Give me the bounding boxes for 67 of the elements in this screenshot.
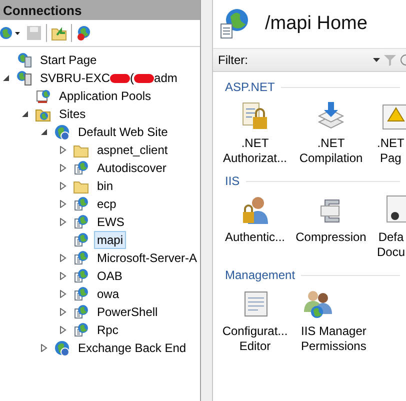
feature-label[interactable]: IIS Manager Permissions [301,324,366,354]
redaction-mark [134,74,154,82]
users-globe-icon [301,288,333,320]
globe-icon[interactable] [0,25,22,41]
collapse-arrow-icon[interactable] [2,74,10,82]
tree-item[interactable]: Default Web Site [75,123,171,141]
globe-page-icon [219,8,251,40]
tree-item[interactable]: bin [94,177,116,195]
page-title: /mapi Home [265,13,368,35]
expand-arrow-icon[interactable] [59,200,67,208]
section-heading: IIS [225,174,240,188]
tree-item[interactable]: PowerShell [94,303,161,321]
globe-icon [73,250,89,266]
globe-icon [73,322,89,338]
tree-item[interactable]: Start Page [37,51,100,69]
tree-item[interactable]: aspnet_client [94,141,171,159]
globe-x-icon[interactable] [76,25,92,41]
globe-icon [54,124,70,140]
section-heading: Management [225,268,296,282]
expand-arrow-icon[interactable] [59,308,67,316]
pane-title: Connections [0,0,200,20]
expand-arrow-icon[interactable] [59,182,67,190]
feature-label[interactable]: Defa Docu [377,230,406,260]
expand-arrow-icon[interactable] [59,146,67,154]
tree-item[interactable]: OAB [94,267,126,285]
tree-item[interactable]: EWS [94,213,128,231]
tree-item[interactable]: SVBRU-EXC ( adm [37,69,180,87]
tree-item[interactable]: Autodiscover [94,159,170,177]
expand-arrow-icon[interactable] [40,344,48,352]
filter-label: Filter: [218,53,248,67]
collapse-arrow-icon[interactable] [40,128,48,136]
feature-label[interactable]: Authentic... [224,230,286,245]
expand-arrow-icon[interactable] [59,164,67,172]
feature-label[interactable]: .NET Compilation [299,136,363,166]
pool-icon [35,88,51,104]
expand-arrow-icon[interactable] [59,326,67,334]
expand-arrow-icon[interactable] [59,218,67,226]
tree-item[interactable]: Microsoft-Server-A [94,249,200,267]
expand-arrow-icon[interactable] [59,254,67,262]
collapse-arrow-icon[interactable] [21,110,29,118]
globe-icon [73,160,89,176]
feature-label[interactable]: Compression [296,230,366,245]
tree-item[interactable]: Exchange Back End [75,339,190,357]
globe-icon [73,232,89,248]
expand-arrow-icon[interactable] [59,272,67,280]
feature-label[interactable]: .NET Pag [377,136,404,166]
globe-icon [73,304,89,320]
tree-item[interactable]: mapi [94,231,126,249]
folder-arrow-icon[interactable] [51,25,67,41]
globe-icon [16,52,32,68]
tree-item[interactable]: Application Pools [56,87,154,105]
globe-icon [73,214,89,230]
globe-icon [54,340,70,356]
expand-arrow-icon[interactable] [59,290,67,298]
section-heading: ASP.NET [225,80,275,94]
tree-item[interactable]: Rpc [94,321,122,339]
globe-icon [73,286,89,302]
server-icon [16,70,32,86]
tree-item[interactable]: ecp [94,195,120,213]
tree-item[interactable]: Sites [56,105,89,123]
globe-icon [73,196,89,212]
dropdown-arrow-icon[interactable] [373,58,380,62]
feature-label[interactable]: .NET Authorizat... [222,136,288,166]
redaction-mark [110,74,130,82]
feature-label[interactable]: Configurat... Editor [222,324,288,354]
globe-icon [73,268,89,284]
tree-item[interactable]: owa [94,285,122,303]
